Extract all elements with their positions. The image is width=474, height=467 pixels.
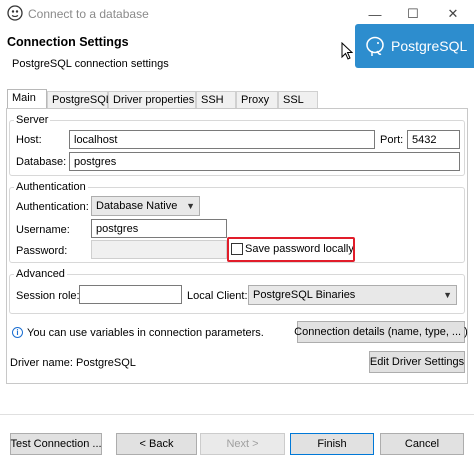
tab-proxy[interactable]: Proxy [236,91,278,108]
info-icon: i [12,327,23,338]
authentication-group-label: Authentication [14,181,88,193]
host-input[interactable] [69,130,375,149]
database-label: Database: [16,156,67,168]
highlight-box [227,237,355,262]
authentication-select-value: Database Native [96,200,178,212]
connection-details-button[interactable]: Connection details (name, type, ... ) [294,321,468,343]
test-connection-button[interactable]: Test Connection ... [10,433,102,455]
dbeaver-app-icon [7,5,23,21]
tab-main[interactable]: Main [7,89,47,109]
username-input[interactable] [91,219,227,238]
cancel-button[interactable]: Cancel [380,433,464,455]
mouse-cursor-icon [341,42,353,60]
authentication-label: Authentication: [16,201,89,213]
tab-driver-properties[interactable]: Driver properties [108,91,196,108]
server-group-label: Server [14,114,51,126]
local-client-select-value: PostgreSQL Binaries [253,289,356,301]
password-label: Password: [16,245,68,257]
tab-ssh[interactable]: SSH [196,91,236,108]
password-input[interactable] [91,240,227,259]
tab-ssl[interactable]: SSL [278,91,318,108]
edit-driver-settings-button[interactable]: Edit Driver Settings [369,351,465,373]
driver-name-label: Driver name: [10,357,73,369]
window-title: Connect to a database [28,7,149,21]
username-label: Username: [16,224,70,236]
back-button[interactable]: < Back [116,433,197,455]
session-role-input[interactable] [79,285,182,304]
local-client-select[interactable]: PostgreSQL Binaries ▼ [248,285,457,305]
port-label: Port: [380,134,404,146]
tab-postgresql[interactable]: PostgreSQL [47,91,112,108]
page-subtitle: PostgreSQL connection settings [12,58,169,70]
database-input[interactable] [69,152,460,171]
authentication-select[interactable]: Database Native ▼ [91,196,200,216]
finish-button[interactable]: Finish [290,433,374,455]
footer-separator [0,414,474,415]
elephant-icon [366,36,384,56]
postgresql-logo: PostgreSQL [355,24,474,68]
driver-name-value: PostgreSQL [76,357,136,369]
chevron-down-icon: ▼ [443,290,452,300]
next-button[interactable]: Next > [200,433,285,455]
variables-info-text: You can use variables in connection para… [27,327,264,339]
advanced-group-label: Advanced [14,268,67,280]
page-title: Connection Settings [7,35,129,49]
local-client-label: Local Client: [187,290,248,302]
postgresql-logo-text: PostgreSQL [391,38,468,54]
session-role-label: Session role: [16,290,80,302]
host-label: Host: [16,134,42,146]
port-input[interactable] [407,130,460,149]
chevron-down-icon: ▼ [186,201,195,211]
